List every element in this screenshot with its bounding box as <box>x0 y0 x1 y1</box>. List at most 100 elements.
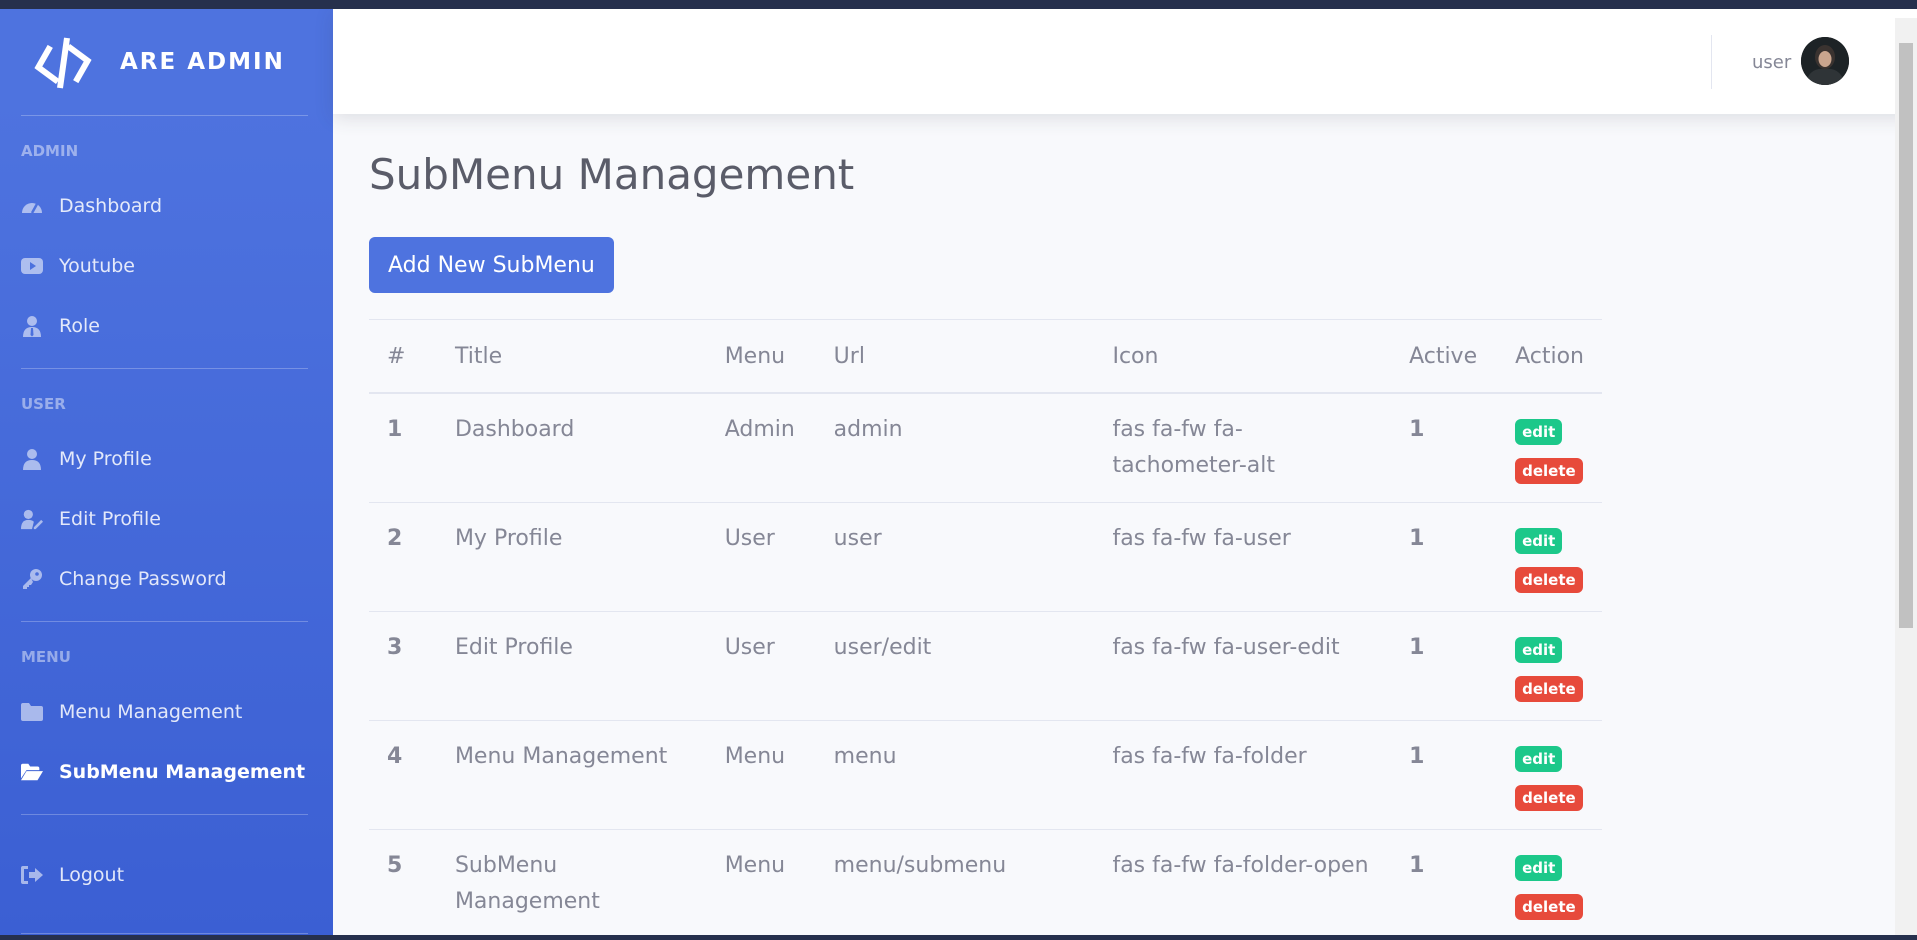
code-icon <box>34 34 92 90</box>
cell-menu: User <box>706 502 816 612</box>
user-icon <box>21 448 43 470</box>
cell-icon: fas fa-fw fa-folder <box>1094 720 1392 830</box>
sidebar-item-label: Dashboard <box>59 195 163 217</box>
sidebar-item-my-profile[interactable]: My Profile <box>0 429 333 489</box>
cell-number: 1 <box>369 393 437 503</box>
topbar: user <box>333 9 1917 114</box>
window-top-strip <box>0 0 1917 9</box>
app: ARE ADMIN ADMIN Dashboard Youtube Role U… <box>0 9 1917 935</box>
folder-open-icon <box>21 761 43 783</box>
cell-title: My Profile <box>436 502 707 612</box>
vertical-scrollbar[interactable] <box>1895 18 1917 935</box>
key-icon <box>21 568 43 590</box>
edit-button[interactable]: edit <box>1515 419 1563 445</box>
cell-url: admin <box>815 393 1095 503</box>
cell-active: 1 <box>1391 393 1498 503</box>
cell-icon: fas fa-fw fa-user-edit <box>1094 611 1392 721</box>
cell-title: Menu Management <box>436 720 707 830</box>
table-row: 5 SubMenu Management Menu menu/submenu f… <box>369 829 1602 935</box>
user-tie-icon <box>21 315 43 337</box>
column-header: Title <box>436 319 707 394</box>
sidebar-item-menu-management[interactable]: Menu Management <box>0 682 333 742</box>
cell-menu: Menu <box>706 829 816 935</box>
sidebar-item-label: Role <box>59 315 100 337</box>
edit-button[interactable]: edit <box>1515 745 1563 772</box>
cell-number: 3 <box>369 611 437 721</box>
cell-title: SubMenu Management <box>436 829 707 935</box>
cell-action: edit delete <box>1497 720 1602 830</box>
sidebar-item-edit-profile[interactable]: Edit Profile <box>0 489 333 549</box>
delete-button[interactable]: delete <box>1515 893 1583 920</box>
cell-icon: fas fa-fw fa-folder-open <box>1094 829 1392 935</box>
edit-button[interactable]: edit <box>1515 527 1563 554</box>
cell-menu: Admin <box>706 393 816 503</box>
cell-number: 4 <box>369 720 437 830</box>
sidebar-item-label: Change Password <box>59 568 227 590</box>
submenu-table: # Title Menu Url Icon Active Action 1 Da… <box>369 319 1602 935</box>
brand[interactable]: ARE ADMIN <box>0 9 333 115</box>
cell-active: 1 <box>1391 720 1498 830</box>
sign-out-icon <box>21 864 43 886</box>
cell-active: 1 <box>1391 611 1498 721</box>
sidebar-item-label: Youtube <box>59 255 135 277</box>
cell-url: user/edit <box>815 611 1095 721</box>
page-title: SubMenu Management <box>369 150 855 199</box>
edit-button[interactable]: edit <box>1515 636 1563 663</box>
cell-url: menu <box>815 720 1095 830</box>
delete-button[interactable]: delete <box>1515 458 1583 484</box>
cell-action: edit delete <box>1497 393 1602 503</box>
youtube-icon <box>21 255 43 277</box>
column-header: Icon <box>1094 319 1392 394</box>
cell-action: edit delete <box>1497 502 1602 612</box>
folder-icon <box>21 701 43 723</box>
sidebar-item-label: Menu Management <box>59 701 243 723</box>
sidebar: ARE ADMIN ADMIN Dashboard Youtube Role U… <box>0 9 333 935</box>
sidebar-item-label: Logout <box>59 864 125 886</box>
cell-number: 2 <box>369 502 437 612</box>
sidebar-item-youtube[interactable]: Youtube <box>0 236 333 296</box>
cell-icon: fas fa-fw fa-user <box>1094 502 1392 612</box>
column-header: Url <box>815 319 1095 394</box>
brand-name: ARE ADMIN <box>120 49 285 75</box>
scrollbar-thumb[interactable] <box>1899 43 1913 628</box>
table-header-row: # Title Menu Url Icon Active Action <box>369 319 1602 394</box>
sidebar-item-logout[interactable]: Logout <box>0 845 333 905</box>
table-row: 3 Edit Profile User user/edit fas fa-fw … <box>369 611 1602 721</box>
column-header: Active <box>1391 319 1498 394</box>
user-edit-icon <box>21 508 43 530</box>
sidebar-heading-admin: ADMIN <box>21 142 79 160</box>
delete-button[interactable]: delete <box>1515 784 1583 811</box>
edit-button[interactable]: edit <box>1515 854 1563 881</box>
sidebar-heading-menu: MENU <box>21 648 71 666</box>
cell-number: 5 <box>369 829 437 935</box>
cell-active: 1 <box>1391 502 1498 612</box>
sidebar-divider <box>21 933 308 934</box>
sidebar-item-change-password[interactable]: Change Password <box>0 549 333 609</box>
column-header: Action <box>1497 319 1602 394</box>
main-content: user SubMenu Management Add New SubMenu … <box>333 9 1917 935</box>
sidebar-heading-user: USER <box>21 395 66 413</box>
page-content: SubMenu Management Add New SubMenu # Tit… <box>369 150 1669 935</box>
cell-icon: fas fa-fw fa-tachometer-alt <box>1094 393 1392 503</box>
column-header: Menu <box>706 319 816 394</box>
cell-menu: User <box>706 611 816 721</box>
cell-url: user <box>815 502 1095 612</box>
sidebar-item-dashboard[interactable]: Dashboard <box>0 176 333 236</box>
user-name[interactable]: user <box>1752 52 1791 73</box>
cell-action: edit delete <box>1497 611 1602 721</box>
cell-action: edit delete <box>1497 829 1602 935</box>
delete-button[interactable]: delete <box>1515 675 1583 702</box>
cell-title: Dashboard <box>436 393 707 503</box>
window-bottom-strip <box>0 935 1917 940</box>
add-submenu-button[interactable]: Add New SubMenu <box>369 237 614 293</box>
table-row: 2 My Profile User user fas fa-fw fa-user… <box>369 502 1602 612</box>
sidebar-item-label: Edit Profile <box>59 508 161 530</box>
sidebar-item-submenu-management[interactable]: SubMenu Management <box>0 742 333 802</box>
cell-url: menu/submenu <box>815 829 1095 935</box>
delete-button[interactable]: delete <box>1515 566 1583 593</box>
cell-title: Edit Profile <box>436 611 707 721</box>
cell-active: 1 <box>1391 829 1498 935</box>
sidebar-item-label: SubMenu Management <box>59 761 306 783</box>
sidebar-item-role[interactable]: Role <box>0 296 333 356</box>
avatar[interactable] <box>1801 37 1849 85</box>
